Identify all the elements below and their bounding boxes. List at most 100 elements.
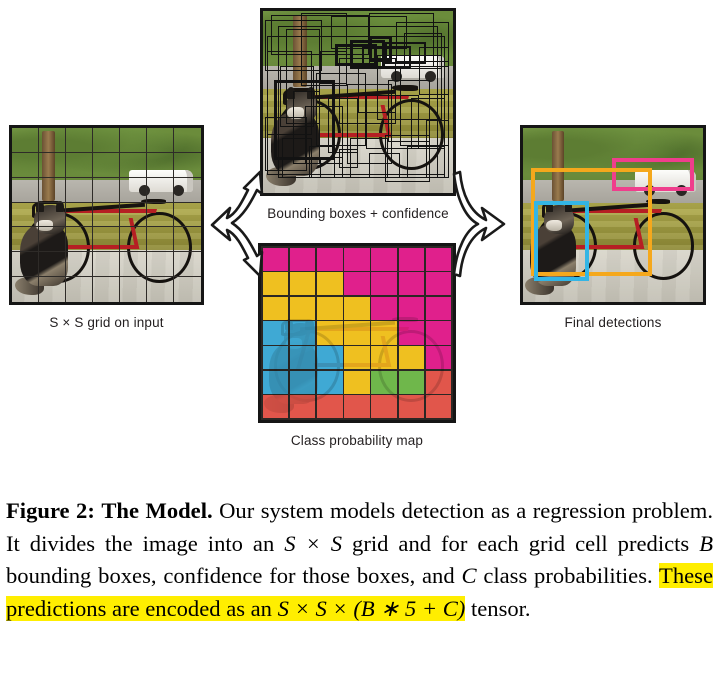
class-prob-cell-pink (398, 296, 425, 320)
grid-cell (93, 202, 120, 228)
class-prob-cell-pink (344, 272, 370, 296)
grid-cell (147, 277, 174, 302)
class-prob-cell-green (371, 370, 397, 394)
grid-cell (39, 177, 66, 203)
grid-cell (93, 152, 120, 178)
class-prob-cell-blue (316, 346, 343, 370)
class-prob-cell-pink (398, 272, 425, 296)
grid-cell (39, 128, 66, 153)
grid-cell (93, 227, 120, 253)
grid-cell (174, 203, 201, 228)
class-prob-cell-blue (262, 370, 289, 394)
grid-cell (147, 152, 174, 178)
class-prob-cell-pink (344, 247, 370, 271)
sxs-grid-overlay (12, 128, 201, 302)
grid-cell (120, 152, 147, 178)
class-prob-cell-yellow (316, 321, 343, 345)
class-prob-cell-blue (262, 346, 289, 370)
class-prob-cell-yellow (289, 272, 316, 296)
caption-segment-3: bounding boxes, confidence for those box… (6, 563, 462, 588)
grid-cell (12, 177, 39, 203)
grid-cell (66, 202, 93, 228)
merge-arrow-icon (452, 170, 506, 278)
caption-segment-5: tensor. (465, 595, 531, 621)
grid-cell (39, 152, 66, 178)
grid-cell (120, 202, 147, 228)
grid-cell (120, 277, 147, 302)
class-prob-cell-red (316, 395, 343, 419)
class-prob-cell-yellow (344, 321, 370, 345)
bounding-boxes-image (260, 8, 456, 196)
grid-cell (147, 202, 174, 228)
class-prob-cell-yellow (371, 321, 397, 345)
final-detections-image (520, 125, 706, 305)
candidate-boxes-overlay (263, 11, 453, 193)
grid-cell (66, 177, 93, 203)
caption-figure-label: Figure 2: (6, 498, 95, 523)
class-prob-cell-red (262, 395, 289, 419)
class-prob-cell-red (425, 395, 452, 419)
caption-math-c: C (461, 563, 477, 588)
panel-label-bounding-boxes: Bounding boxes + confidence (267, 206, 449, 221)
class-prob-cell-pink (371, 247, 397, 271)
class-prob-cell-red (398, 395, 425, 419)
class-prob-cell-pink (371, 296, 397, 320)
grid-cell (66, 128, 93, 153)
grid-cell (12, 202, 39, 228)
class-prob-cell-yellow (398, 346, 425, 370)
panel-label-grid-input: S × S grid on input (49, 315, 164, 330)
class-prob-cell-yellow (262, 296, 289, 320)
grid-cell (12, 227, 39, 253)
class-prob-cell-pink (371, 272, 397, 296)
candidate-bounding-box (278, 25, 438, 179)
class-prob-cell-yellow (344, 346, 370, 370)
class-prob-cell-green (398, 370, 425, 394)
grid-cell (66, 252, 93, 278)
grid-cell (120, 252, 147, 278)
class-prob-cell-blue (262, 321, 289, 345)
split-arrow-icon (210, 170, 264, 278)
grid-cell (120, 177, 147, 203)
grid-cell (120, 128, 147, 153)
grid-cell (39, 277, 66, 302)
class-prob-cell-yellow (344, 370, 370, 394)
grid-cell (174, 128, 201, 153)
class-prob-cell-pink (398, 247, 425, 271)
grid-cell (66, 227, 93, 253)
class-prob-cell-pink (316, 247, 343, 271)
class-prob-cell-yellow (316, 296, 343, 320)
class-prob-cell-red (344, 395, 370, 419)
class-prob-cell-red (289, 395, 316, 419)
grid-input-image (9, 125, 204, 305)
grid-cell (174, 252, 201, 278)
class-prob-cell-pink (425, 247, 452, 271)
grid-cell (12, 277, 39, 302)
grid-cell (12, 128, 39, 153)
grid-cell (39, 227, 66, 253)
class-prob-cell-pink (425, 321, 452, 345)
class-prob-cell-blue (289, 346, 316, 370)
figure-illustration: S × S grid on input Bounding boxes + con… (0, 0, 719, 470)
class-prob-cell-yellow (262, 272, 289, 296)
caption-math-b: B (699, 530, 713, 556)
class-prob-cell-red (425, 370, 452, 394)
grid-cell (39, 252, 66, 278)
class-prob-cell-pink (425, 272, 452, 296)
dog-detection-box (533, 201, 589, 282)
grid-cell (147, 128, 174, 153)
caption-bold-title: The Model. (101, 498, 213, 523)
caption-segment-2: grid and for each grid cell predicts (342, 530, 700, 556)
class-probability-image (258, 243, 456, 423)
grid-cell (93, 128, 120, 153)
class-probability-grid (261, 246, 453, 420)
grid-cell (12, 252, 39, 278)
grid-cell (174, 178, 201, 203)
class-prob-cell-blue (289, 321, 316, 345)
grid-cell (174, 153, 201, 178)
class-prob-cell-pink (398, 321, 425, 345)
grid-cell (147, 177, 174, 203)
class-prob-cell-blue (316, 370, 343, 394)
class-prob-cell-pink (289, 247, 316, 271)
grid-cell (147, 252, 174, 278)
class-prob-cell-pink (262, 247, 289, 271)
